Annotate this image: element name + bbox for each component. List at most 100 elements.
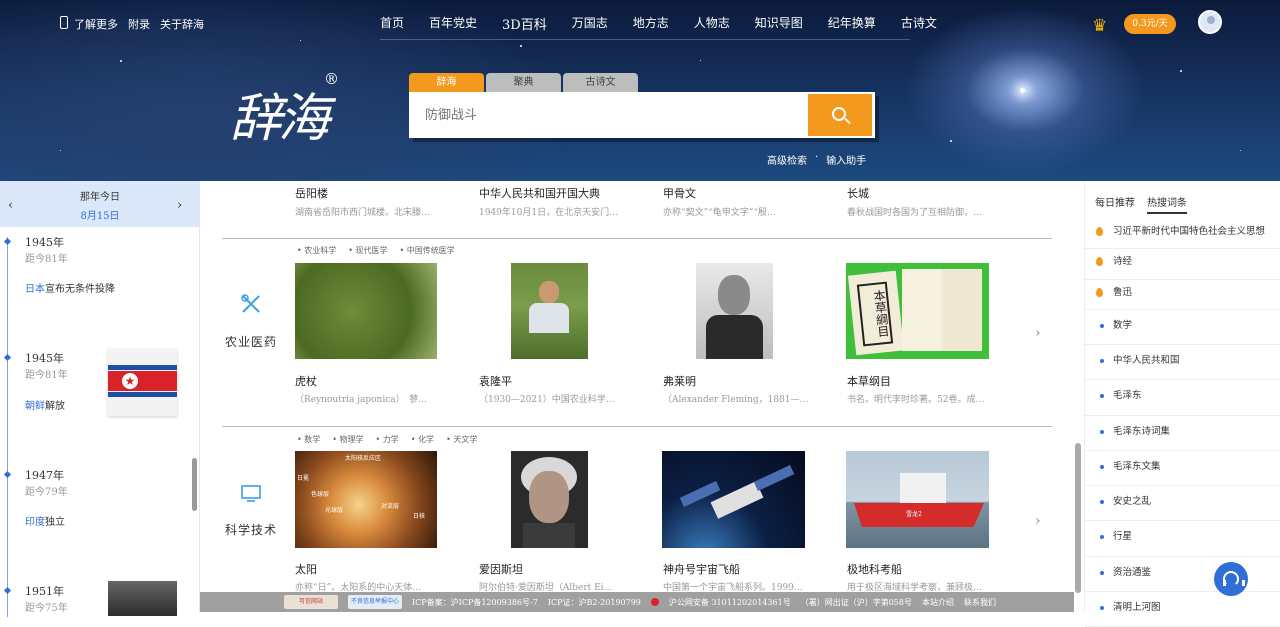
right-tabs: 每日推荐 热搜词条 — [1095, 194, 1187, 214]
card-title[interactable]: 神舟号宇宙飞船 — [663, 561, 740, 577]
card-desc: （Reynoutria japonica） 蓼… — [295, 395, 428, 405]
tab-daily-recommend[interactable]: 每日推荐 — [1095, 194, 1135, 214]
nav-divider — [380, 39, 910, 40]
nav-party-history[interactable]: 百年党史 — [429, 14, 477, 33]
top-link-about[interactable]: 关于辞海 — [160, 16, 204, 32]
list-item[interactable]: 数学 — [1085, 310, 1280, 345]
monitor-icon — [241, 485, 261, 502]
sun-image[interactable]: 太阳核反应区 日冕 色球层 光球层 对流层 日核 — [295, 451, 437, 548]
nav-3d-encyclopedia[interactable]: 3D百科 — [502, 14, 547, 33]
today-date: 8月15日 — [80, 211, 120, 222]
event-country-link[interactable]: 朝鲜 — [25, 401, 45, 412]
bencao-gangmu-image[interactable]: 本草綱目 — [846, 263, 989, 359]
advanced-search-link[interactable]: 高级检索 — [767, 152, 807, 167]
main-nav: 首页 百年党史 3D百科 万国志 地方志 人物志 知识导图 纪年换算 古诗文 — [380, 14, 962, 33]
avatar[interactable] — [1198, 10, 1222, 34]
card-title[interactable]: 本草纲目 — [847, 373, 891, 389]
trusted-site-badge[interactable]: 可信网站 — [284, 595, 338, 609]
card-title[interactable]: 袁隆平 — [479, 373, 512, 389]
icp-license[interactable]: ICP证：沪B2-20190799 — [548, 597, 641, 608]
tag-link[interactable]: 化学 — [411, 434, 434, 445]
nav-poetry[interactable]: 古诗文 — [901, 14, 937, 33]
top-link-appendix[interactable]: 附录 — [128, 16, 150, 32]
about-site-link[interactable]: 本站介绍 — [922, 597, 954, 608]
card-title[interactable]: 甲骨文 — [663, 185, 696, 201]
search-button[interactable] — [808, 94, 872, 136]
event-country-link[interactable]: 印度 — [25, 517, 45, 528]
search-sublinks: 高级检索 · 输入助手 — [767, 152, 867, 167]
nav-era-convert[interactable]: 纪年换算 — [828, 14, 876, 33]
search-tab-poetry[interactable]: 古诗文 — [563, 73, 638, 92]
list-item[interactable]: 安史之乱 — [1085, 486, 1280, 522]
list-item[interactable]: 毛泽东诗词集 — [1085, 416, 1280, 451]
list-item[interactable]: 诗经 — [1085, 249, 1280, 280]
tag-link[interactable]: 现代医学 — [348, 245, 388, 256]
card-title[interactable]: 极地科考船 — [847, 561, 902, 577]
tag-link[interactable]: 物理学 — [332, 434, 364, 445]
crown-icon[interactable]: ♛ — [1092, 16, 1107, 36]
tools-icon — [241, 294, 260, 313]
tag-link[interactable]: 数学 — [297, 434, 320, 445]
card-title[interactable]: 弗莱明 — [663, 373, 696, 389]
left-scrollbar[interactable] — [192, 458, 197, 511]
search-box — [409, 92, 875, 138]
category-label[interactable]: 科学技术 — [225, 521, 277, 538]
section-tags: 农业科学 现代医学 中国传统医学 — [297, 245, 455, 256]
yuan-longping-image[interactable] — [511, 263, 588, 359]
main-scrollbar[interactable] — [1075, 443, 1081, 593]
public-security-record[interactable]: 沪公网安备 31011202014361号 — [669, 597, 791, 608]
search-tab-judian[interactable]: 聚典 — [486, 73, 561, 92]
einstein-image[interactable] — [511, 451, 588, 548]
search-input[interactable] — [409, 92, 809, 138]
tag-link[interactable]: 中国传统医学 — [400, 245, 455, 256]
phone-icon — [60, 16, 68, 29]
tag-link[interactable]: 天文学 — [446, 434, 477, 445]
input-helper-link[interactable]: 输入助手 — [826, 152, 866, 167]
card-title[interactable]: 虎杖 — [295, 373, 317, 389]
fleming-image[interactable] — [696, 263, 773, 359]
nav-countries[interactable]: 万国志 — [572, 14, 608, 33]
list-item[interactable]: 资治通鉴 — [1085, 557, 1280, 592]
top-link-more[interactable]: 了解更多 — [74, 16, 118, 32]
tag-link[interactable]: 力学 — [376, 434, 399, 445]
list-item[interactable]: 行星 — [1085, 521, 1280, 557]
hot-search-panel: 每日推荐 热搜词条 习近平新时代中国特色社会主义思想 诗经 鲁迅 数学 中华人民… — [1084, 181, 1280, 627]
section-next-icon[interactable]: › — [1035, 513, 1041, 529]
event-country-link[interactable]: 日本 — [25, 284, 45, 295]
contact-link[interactable]: 联系我们 — [964, 597, 996, 608]
headset-icon[interactable] — [1214, 562, 1248, 596]
section-divider — [222, 238, 1052, 239]
footer: 可信网站 不良信息举报中心 ICP备案：沪ICP备12009386号-7 ICP… — [200, 592, 1074, 612]
list-item[interactable]: 毛泽东文集 — [1085, 451, 1280, 486]
list-item[interactable]: 清明上河图 — [1085, 592, 1280, 627]
nav-biographies[interactable]: 人物志 — [694, 14, 730, 33]
search-tab-cihai[interactable]: 辞海 — [409, 73, 484, 92]
card-title[interactable]: 爱因斯坦 — [479, 561, 523, 577]
polar-ship-image[interactable]: 雪龙2 — [846, 451, 989, 548]
nav-local-records[interactable]: 地方志 — [633, 14, 669, 33]
icp-record[interactable]: ICP备案：沪ICP备12009386号-7 — [412, 597, 538, 608]
site-logo[interactable]: 辞海 — [230, 76, 330, 151]
next-date-icon[interactable]: › — [177, 198, 182, 213]
card-desc: 春秋战国时各国为了互相防御，… — [847, 208, 983, 218]
north-korea-flag-image[interactable]: ★ — [108, 349, 177, 416]
list-item[interactable]: 习近平新时代中国特色社会主义思想 — [1085, 219, 1280, 250]
list-item[interactable]: 鲁迅 — [1085, 280, 1280, 310]
report-center-badge[interactable]: 不良信息举报中心 — [348, 595, 402, 609]
category-label[interactable]: 农业医药 — [225, 333, 277, 350]
nav-home[interactable]: 首页 — [380, 14, 404, 33]
card-title[interactable]: 太阳 — [295, 561, 317, 577]
knotweed-image[interactable] — [295, 263, 437, 359]
list-item[interactable]: 中华人民共和国 — [1085, 345, 1280, 381]
portrait-thumbnail[interactable] — [108, 581, 177, 616]
list-item[interactable]: 毛泽东 — [1085, 380, 1280, 416]
shenzhou-image[interactable] — [662, 451, 805, 548]
nav-knowledge-map[interactable]: 知识导图 — [755, 14, 803, 33]
card-title[interactable]: 中华人民共和国开国大典 — [479, 185, 600, 201]
card-title[interactable]: 长城 — [847, 185, 869, 201]
tag-link[interactable]: 农业科学 — [297, 245, 336, 256]
vip-price-badge[interactable]: 0.3元/天 — [1124, 14, 1176, 34]
tab-hot-search[interactable]: 热搜词条 — [1147, 194, 1187, 214]
card-title[interactable]: 岳阳楼 — [295, 185, 328, 201]
section-next-icon[interactable]: › — [1035, 325, 1041, 341]
